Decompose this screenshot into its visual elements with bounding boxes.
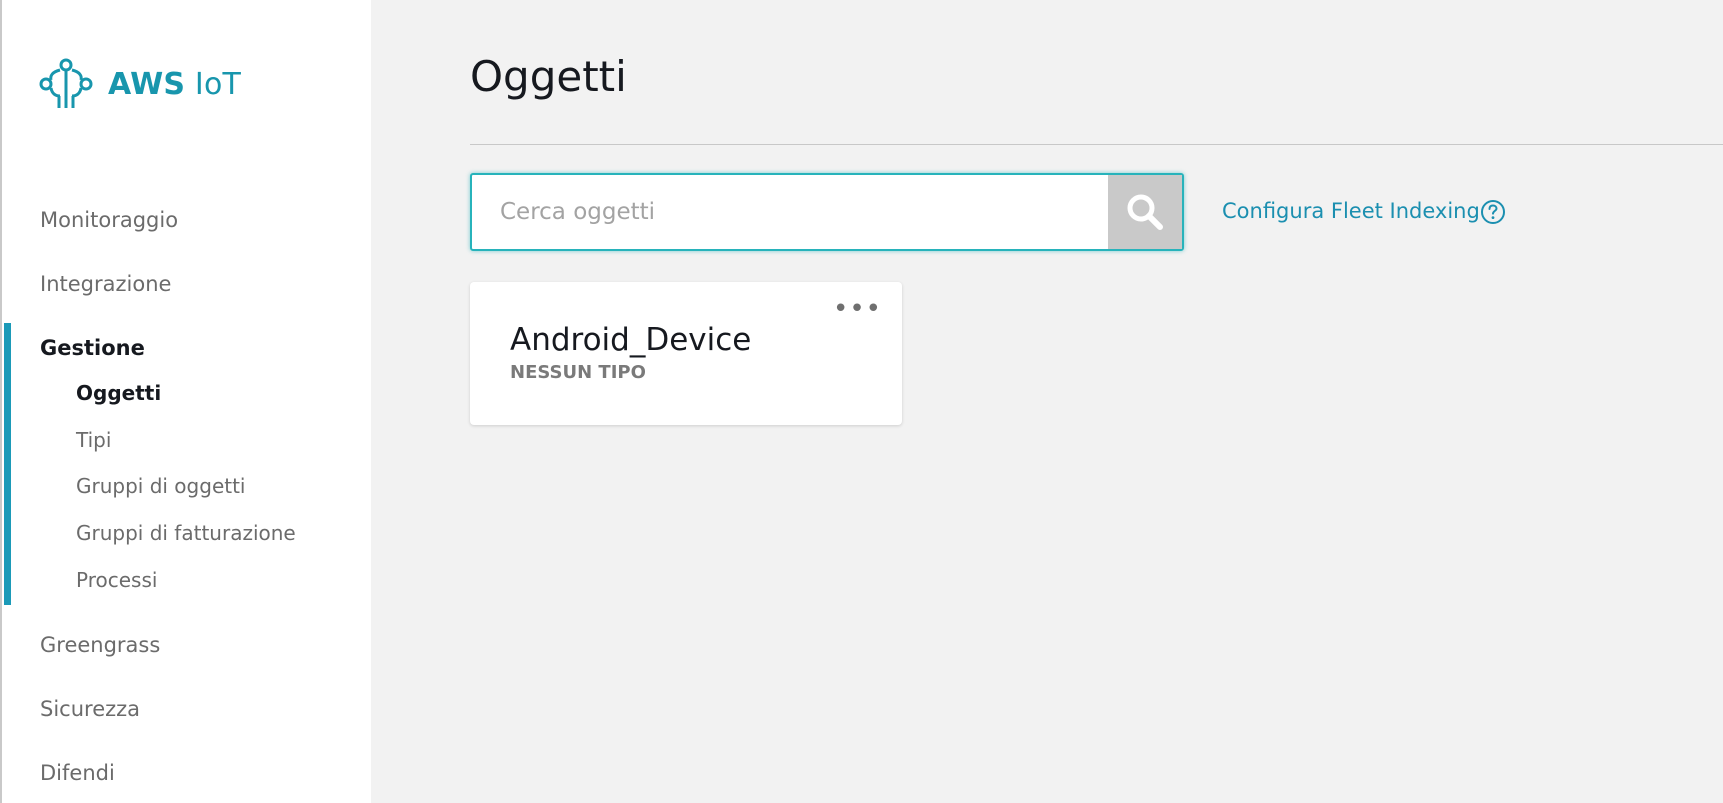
thing-type: NESSUN TIPO bbox=[510, 362, 646, 383]
search-input[interactable] bbox=[472, 175, 1108, 249]
search-button[interactable] bbox=[1108, 175, 1182, 249]
sidebar: AWS IoT Monitoraggio Integrazione Gestio… bbox=[0, 0, 371, 803]
sidebar-subitem-gruppi-di-fatturazione[interactable]: Gruppi di fatturazione bbox=[76, 521, 296, 545]
sidebar-item-gestione[interactable]: Gestione bbox=[40, 336, 145, 360]
active-section-indicator bbox=[4, 323, 11, 605]
thing-card[interactable]: ••• Android_Device NESSUN TIPO bbox=[470, 282, 902, 425]
sidebar-subitem-gruppi-di-oggetti[interactable]: Gruppi di oggetti bbox=[76, 474, 245, 498]
thing-name: Android_Device bbox=[510, 322, 752, 358]
search-icon bbox=[1127, 194, 1163, 230]
aws-iot-logo-icon bbox=[39, 58, 93, 108]
brand-name: AWS IoT bbox=[108, 67, 241, 102]
sidebar-item-difendi[interactable]: Difendi bbox=[40, 761, 115, 785]
brand-logo[interactable]: AWS IoT bbox=[38, 56, 241, 112]
page-title: Oggetti bbox=[470, 52, 627, 101]
main-content: Oggetti Configura Fleet Indexing ••• And… bbox=[371, 0, 1723, 803]
brand-name-bold: AWS bbox=[108, 66, 186, 102]
aws-iot-console: AWS IoT Monitoraggio Integrazione Gestio… bbox=[0, 0, 1723, 803]
sidebar-item-sicurezza[interactable]: Sicurezza bbox=[40, 697, 140, 721]
sidebar-item-monitoraggio[interactable]: Monitoraggio bbox=[40, 208, 178, 232]
sidebar-subitem-oggetti[interactable]: Oggetti bbox=[76, 381, 161, 405]
title-divider bbox=[470, 144, 1723, 145]
search-box bbox=[470, 173, 1184, 251]
sidebar-subitem-tipi[interactable]: Tipi bbox=[76, 428, 111, 452]
brand-name-light: IoT bbox=[194, 66, 242, 102]
sidebar-item-integrazione[interactable]: Integrazione bbox=[40, 272, 171, 296]
sidebar-item-greengrass[interactable]: Greengrass bbox=[40, 633, 160, 657]
configure-fleet-indexing-link[interactable]: Configura Fleet Indexing bbox=[1222, 199, 1480, 223]
help-icon[interactable] bbox=[1480, 199, 1506, 225]
more-options-icon[interactable]: ••• bbox=[833, 296, 882, 322]
sidebar-subitem-processi[interactable]: Processi bbox=[76, 568, 157, 592]
